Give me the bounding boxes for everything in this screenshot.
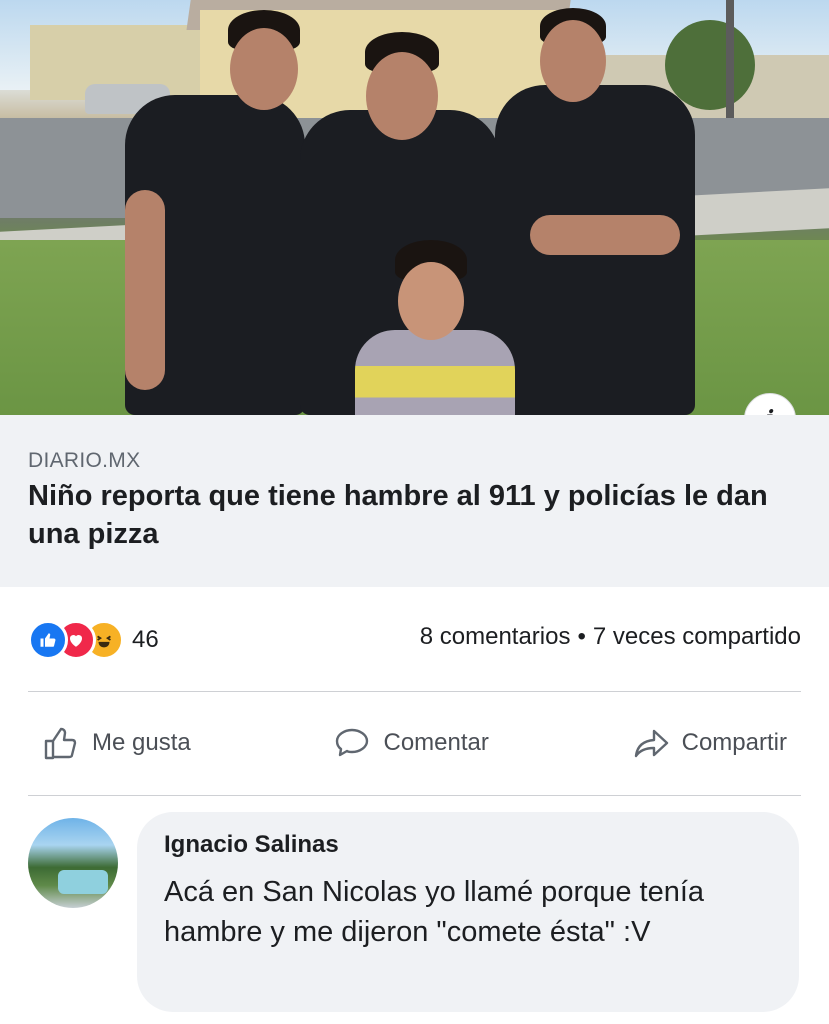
shares-count-link[interactable]: 7 veces compartido <box>593 623 801 650</box>
share-arrow-icon <box>634 729 668 757</box>
share-button[interactable]: Compartir <box>618 724 801 762</box>
avatar-pool <box>58 870 108 894</box>
facebook-post: i DIARIO.MX Niño reporta que tiene hambr… <box>0 0 829 1024</box>
thumbs-up-icon <box>44 727 77 759</box>
link-headline[interactable]: Niño reporta que tiene hambre al 911 y p… <box>28 477 768 553</box>
reactions-summary[interactable]: 46 <box>28 618 159 662</box>
photo-face <box>540 20 606 102</box>
comment-button[interactable]: Comentar <box>319 724 502 762</box>
like-reaction-icon <box>28 620 68 660</box>
photo-arm <box>530 215 680 255</box>
photo-palm-tree <box>665 20 755 110</box>
photo-face <box>230 28 298 110</box>
like-button-label: Me gusta <box>92 728 191 756</box>
photo-face <box>366 52 438 140</box>
like-button[interactable]: Me gusta <box>28 724 205 762</box>
link-source-domain: DIARIO.MX <box>28 449 141 472</box>
post-action-bar: Me gusta Comentar Compartir <box>28 705 801 780</box>
photo-kid-face <box>398 262 464 340</box>
stats-separator: • <box>577 623 586 650</box>
engagement-stats: 8 comentarios • 7 veces compartido <box>420 623 801 651</box>
divider <box>28 691 801 692</box>
divider <box>28 795 801 796</box>
reactions-count: 46 <box>132 626 159 653</box>
photo-kid-shirt <box>355 330 515 415</box>
photo-arm <box>125 190 165 390</box>
comments-count-link[interactable]: 8 comentarios <box>420 623 571 650</box>
comment-icon <box>336 728 369 756</box>
comment-author-name[interactable]: Ignacio Salinas <box>164 831 339 859</box>
comment-text: Acá en San Nicolas yo llamé porque tenía… <box>164 876 705 948</box>
comment-button-label: Comentar <box>383 728 489 756</box>
link-preview-image[interactable] <box>0 0 829 415</box>
commenter-avatar[interactable] <box>28 818 118 908</box>
share-button-label: Compartir <box>681 728 787 756</box>
